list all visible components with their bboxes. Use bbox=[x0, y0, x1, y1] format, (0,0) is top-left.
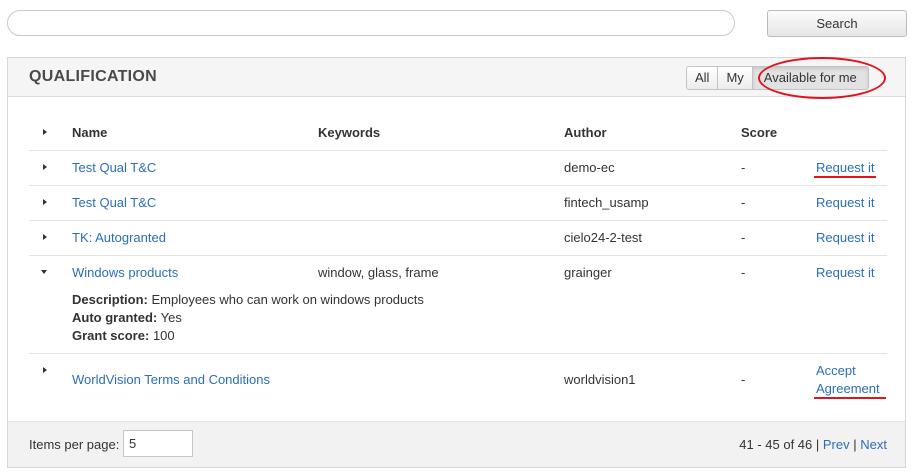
column-header-name[interactable]: Name bbox=[72, 125, 107, 140]
accept-agreement-link[interactable]: Agreement bbox=[816, 381, 880, 396]
column-header-author[interactable]: Author bbox=[564, 125, 607, 140]
qualification-panel: QUALIFICATION All My Available for me Na… bbox=[7, 57, 906, 468]
items-per-page-label: Items per page: bbox=[29, 437, 120, 452]
filter-all-button[interactable]: All bbox=[686, 66, 719, 90]
annotation-underline bbox=[814, 397, 886, 399]
score-cell: - bbox=[741, 195, 746, 210]
search-input[interactable] bbox=[7, 10, 735, 36]
auto-granted-label: Auto granted: bbox=[72, 310, 158, 325]
description-label: Description: bbox=[72, 292, 148, 307]
next-page-link[interactable]: Next bbox=[860, 437, 887, 452]
qualification-name-link[interactable]: WorldVision Terms and Conditions bbox=[72, 372, 270, 387]
qualification-name-link[interactable]: Windows products bbox=[72, 265, 178, 280]
description-line: Description: Employees who can work on w… bbox=[72, 292, 424, 307]
column-header-score[interactable]: Score bbox=[741, 125, 777, 140]
author-cell: fintech_usamp bbox=[564, 195, 649, 210]
column-header-keywords[interactable]: Keywords bbox=[318, 125, 380, 140]
divider bbox=[29, 185, 887, 186]
keywords-cell: window, glass, frame bbox=[318, 265, 439, 280]
request-it-link[interactable]: Request it bbox=[816, 230, 875, 245]
pagination: 41 - 45 of 46 | Prev | Next bbox=[739, 437, 887, 452]
score-cell: - bbox=[741, 160, 746, 175]
pager-separator: | bbox=[815, 437, 820, 452]
page-title: QUALIFICATION bbox=[29, 68, 158, 85]
expand-all-icon[interactable] bbox=[43, 129, 47, 135]
author-cell: grainger bbox=[564, 265, 612, 280]
collapse-row-icon[interactable] bbox=[41, 270, 47, 274]
panel-header: QUALIFICATION All My Available for me bbox=[8, 57, 905, 99]
request-it-link[interactable]: Request it bbox=[816, 195, 875, 210]
divider bbox=[29, 255, 887, 256]
expand-row-icon[interactable] bbox=[43, 164, 47, 170]
qualification-name-link[interactable]: Test Qual T&C bbox=[72, 195, 156, 210]
pager-separator: | bbox=[853, 437, 857, 452]
score-cell: - bbox=[741, 230, 746, 245]
filter-my-button[interactable]: My bbox=[717, 66, 753, 90]
author-cell: demo-ec bbox=[564, 160, 615, 175]
filter-available-button[interactable]: Available for me bbox=[751, 66, 869, 90]
request-it-link[interactable]: Request it bbox=[816, 265, 875, 280]
search-button[interactable]: Search bbox=[767, 10, 907, 37]
items-per-page-input[interactable] bbox=[123, 430, 193, 457]
author-cell: cielo24-2-test bbox=[564, 230, 643, 245]
qualification-name-link[interactable]: Test Qual T&C bbox=[72, 160, 156, 175]
divider bbox=[29, 353, 887, 354]
prev-page-link[interactable]: Prev bbox=[823, 437, 850, 452]
accept-agreement-link[interactable]: Accept bbox=[816, 363, 856, 378]
page-range-text: 41 - 45 of 46 bbox=[739, 437, 813, 452]
request-it-link[interactable]: Request it bbox=[816, 160, 875, 175]
annotation-underline bbox=[814, 176, 876, 178]
description-value: Employees who can work on windows produc… bbox=[151, 292, 424, 307]
filter-button-group: All My Available for me bbox=[686, 66, 869, 90]
score-cell: - bbox=[741, 372, 746, 387]
divider bbox=[29, 150, 887, 151]
divider bbox=[29, 220, 887, 221]
grant-score-line: Grant score: 100 bbox=[72, 328, 175, 343]
expand-row-icon[interactable] bbox=[43, 367, 47, 373]
grant-score-value: 100 bbox=[152, 328, 175, 343]
panel-footer: Items per page: 41 - 45 of 46 | Prev | N… bbox=[8, 421, 905, 467]
grant-score-label: Grant score: bbox=[72, 328, 150, 343]
expand-row-icon[interactable] bbox=[43, 234, 47, 240]
auto-granted-line: Auto granted: Yes bbox=[72, 310, 182, 325]
qualification-name-link[interactable]: TK: Autogranted bbox=[72, 230, 166, 245]
score-cell: - bbox=[741, 265, 746, 280]
expand-row-icon[interactable] bbox=[43, 199, 47, 205]
auto-granted-value: Yes bbox=[160, 310, 182, 325]
author-cell: worldvision1 bbox=[564, 372, 636, 387]
